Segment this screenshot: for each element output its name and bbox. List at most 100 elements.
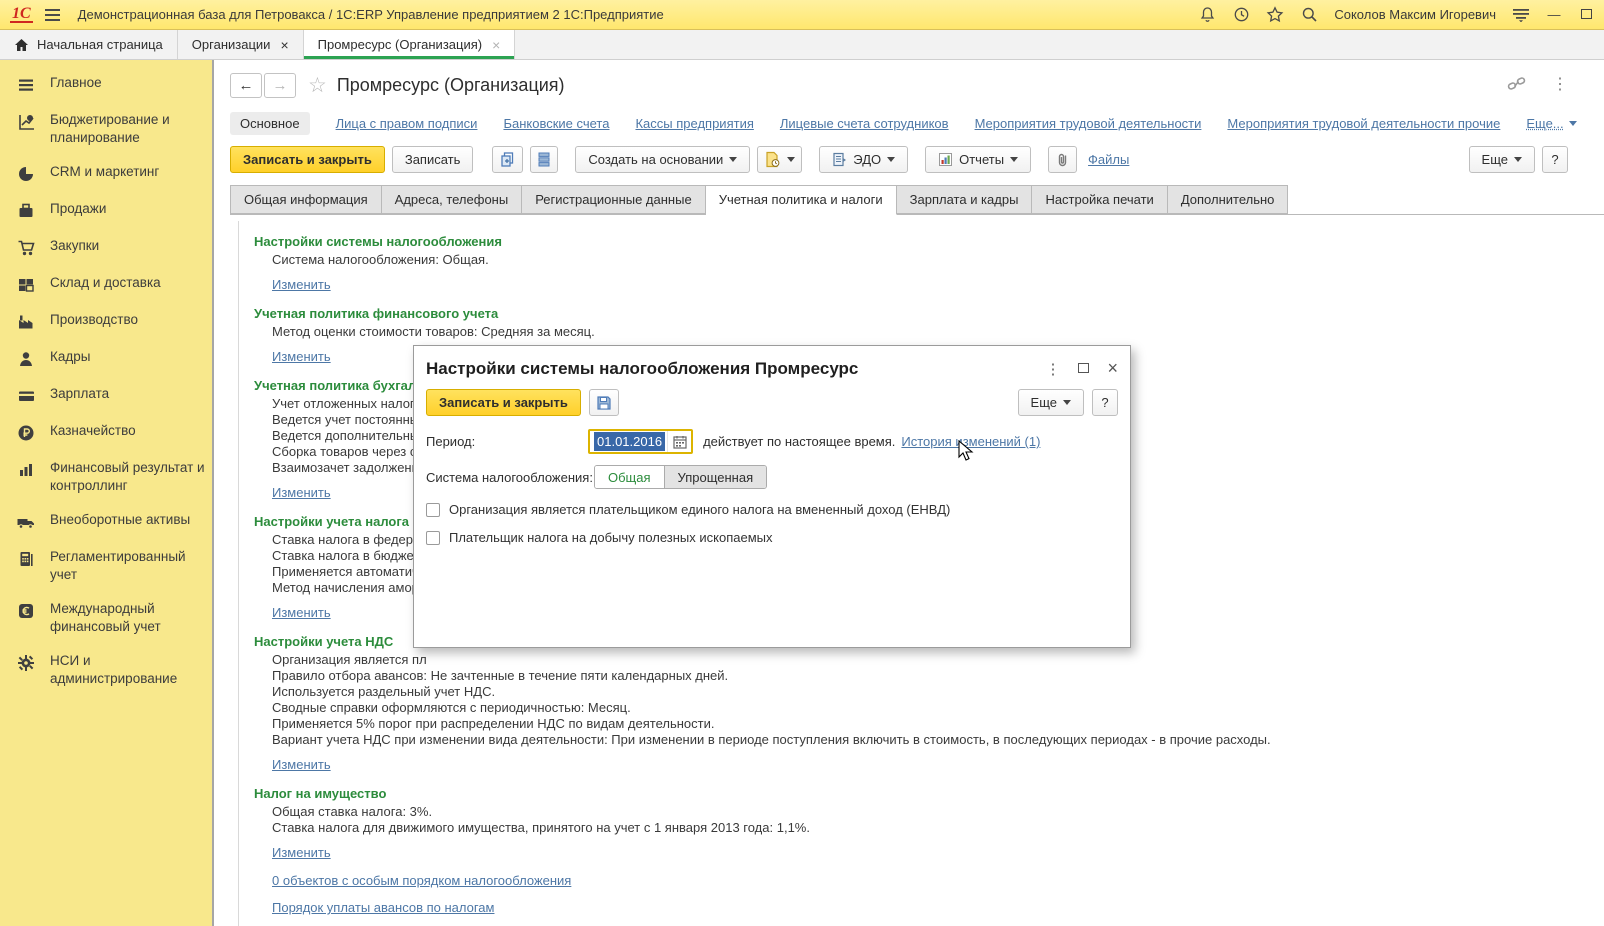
factory-icon [16, 312, 36, 332]
related-links-bar: Основное Лица с правом подписи Банковски… [230, 110, 1604, 136]
gear-icon [16, 653, 36, 673]
nav-link-signers[interactable]: Лица с правом подписи [336, 116, 478, 131]
minimize-button[interactable]: — [1546, 7, 1562, 22]
copy-button[interactable] [492, 146, 524, 173]
form-tab-registration[interactable]: Регистрационные данные [522, 185, 706, 214]
sidebar-item-treasury[interactable]: Казначейство [0, 414, 212, 451]
favorite-star-icon[interactable]: ☆ [308, 73, 327, 98]
favorites-star-icon[interactable] [1266, 6, 1284, 24]
euro-icon [16, 601, 36, 621]
sidebar-item-nsi-admin[interactable]: НСИ и администрирование [0, 644, 212, 696]
register-records-button[interactable] [530, 146, 559, 173]
main-menu-icon[interactable] [43, 7, 62, 23]
sidebar-item-salary[interactable]: Зарплата [0, 377, 212, 414]
dialog-save-close-button[interactable]: Записать и закрыть [426, 389, 581, 416]
dialog-more-button[interactable]: Еще [1017, 389, 1084, 416]
change-link[interactable]: Изменить [272, 485, 331, 500]
tax-option-simplified[interactable]: Упрощенная [664, 466, 767, 488]
change-link[interactable]: Изменить [272, 605, 331, 620]
form-tab-additional[interactable]: Дополнительно [1167, 185, 1289, 214]
person-icon [16, 349, 36, 369]
envd-checkbox[interactable] [426, 502, 440, 517]
change-link[interactable]: Изменить [272, 845, 331, 860]
form-tab-addresses[interactable]: Адреса, телефоны [381, 185, 523, 214]
more-menu-icon[interactable]: ⋮ [1552, 74, 1568, 94]
nav-link-personal-accounts[interactable]: Лицевые счета сотрудников [780, 116, 949, 131]
files-link[interactable]: Файлы [1088, 152, 1129, 167]
sidebar-item-warehouse[interactable]: Склад и доставка [0, 266, 212, 303]
close-tab-icon[interactable]: × [492, 37, 500, 53]
help-button[interactable]: ? [1542, 146, 1568, 173]
section-line: Применяется 5% порог при распределении Н… [272, 716, 715, 731]
sidebar-item-budgeting[interactable]: Бюджетирование и планирование [0, 103, 212, 155]
form-tab-payroll[interactable]: Зарплата и кадры [896, 185, 1033, 214]
dialog-menu-icon[interactable]: ⋮ [1045, 360, 1060, 378]
current-user[interactable]: Соколов Максим Игоревич [1334, 7, 1496, 22]
nav-link-bank-accounts[interactable]: Банковские счета [503, 116, 609, 131]
tax-option-general[interactable]: Общая [595, 466, 665, 488]
sidebar-item-production[interactable]: Производство [0, 303, 212, 340]
sidebar-item-crm[interactable]: CRM и маркетинг [0, 155, 212, 192]
calendar-icon[interactable] [667, 431, 691, 452]
section-line: Вариант учета НДС при изменении вида дея… [272, 732, 1271, 747]
sidebar-item-purchases[interactable]: Закупки [0, 229, 212, 266]
sidebar-item-finresult[interactable]: Финансовый результат и контроллинг [0, 451, 212, 503]
mineral-tax-checkbox[interactable] [426, 530, 440, 545]
section-line: Сводные справки оформляются с периодично… [272, 700, 631, 715]
form-tab-general[interactable]: Общая информация [230, 185, 382, 214]
doc-clock-icon [766, 151, 780, 168]
tab-organizations[interactable]: Организации × [178, 30, 304, 59]
window-tab-bar: Начальная страница Организации × Промрес… [0, 30, 1604, 60]
sidebar-item-assets[interactable]: Внеоборотные активы [0, 503, 212, 540]
dialog-save-icon-button[interactable] [588, 389, 619, 416]
nav-link-labor-events[interactable]: Мероприятия трудовой деятельности [975, 116, 1202, 131]
document-journal-button[interactable] [757, 146, 803, 173]
nav-link-main[interactable]: Основное [230, 111, 310, 135]
form-tab-print[interactable]: Настройка печати [1032, 185, 1168, 214]
sidebar-item-main[interactable]: Главное [0, 66, 212, 103]
sidebar-item-sales[interactable]: Продажи [0, 192, 212, 229]
change-link[interactable]: Изменить [272, 349, 331, 364]
notifications-bell-icon[interactable] [1198, 6, 1216, 24]
boxes-grid-icon [16, 275, 36, 295]
copy-icon [501, 152, 514, 167]
form-tab-accounting-policy[interactable]: Учетная политика и налоги [705, 185, 897, 215]
create-based-on-button[interactable]: Создать на основании [575, 146, 751, 173]
menu-icon [16, 75, 36, 95]
period-input[interactable]: 01.01.2016 [588, 429, 694, 454]
advance-payments-order-link[interactable]: Порядок уплаты авансов по налогам [272, 900, 494, 915]
get-link-icon[interactable] [1507, 76, 1526, 92]
nav-link-cash-desks[interactable]: Кассы предприятия [635, 116, 753, 131]
change-link[interactable]: Изменить [272, 757, 331, 772]
nav-link-labor-events-other[interactable]: Мероприятия трудовой деятельности прочие [1227, 116, 1500, 131]
dialog-maximize-button[interactable] [1078, 360, 1090, 377]
special-taxation-objects-link[interactable]: 0 объектов с особым порядком налогооблож… [272, 873, 571, 888]
sidebar-item-hr[interactable]: Кадры [0, 340, 212, 377]
tab-home[interactable]: Начальная страница [0, 30, 178, 59]
more-button[interactable]: Еще [1468, 146, 1535, 173]
service-menu-icon[interactable] [1512, 6, 1530, 24]
back-button[interactable]: ← [230, 72, 262, 98]
caret-down-icon [1568, 120, 1577, 126]
caret-down-icon [1010, 157, 1019, 162]
dialog-help-button[interactable]: ? [1092, 389, 1118, 416]
dialog-close-button[interactable]: × [1107, 358, 1118, 379]
forward-button[interactable]: → [264, 72, 296, 98]
maximize-button[interactable] [1578, 7, 1594, 22]
save-close-button[interactable]: Записать и закрыть [230, 146, 385, 173]
tab-promresurs[interactable]: Промресурс (Организация) × [303, 30, 516, 59]
page-title: Промресурс (Организация) [336, 74, 565, 95]
close-tab-icon[interactable]: × [280, 37, 288, 53]
section-line: Метод оценки стоимости товаров: Средняя … [272, 324, 595, 339]
attachments-button[interactable] [1048, 146, 1078, 173]
history-icon[interactable] [1232, 6, 1250, 24]
save-button[interactable]: Записать [391, 146, 474, 173]
change-link[interactable]: Изменить [272, 277, 331, 292]
edo-button[interactable]: ЭДО [819, 146, 909, 173]
register-icon [538, 152, 550, 167]
sidebar-item-regulated[interactable]: Регламентированный учет [0, 540, 212, 592]
sidebar-item-ifrs[interactable]: Международный финансовый учет [0, 592, 212, 644]
nav-more-link[interactable]: Еще... [1526, 116, 1577, 131]
search-icon[interactable] [1300, 6, 1318, 24]
reports-button[interactable]: Отчеты [925, 146, 1032, 173]
